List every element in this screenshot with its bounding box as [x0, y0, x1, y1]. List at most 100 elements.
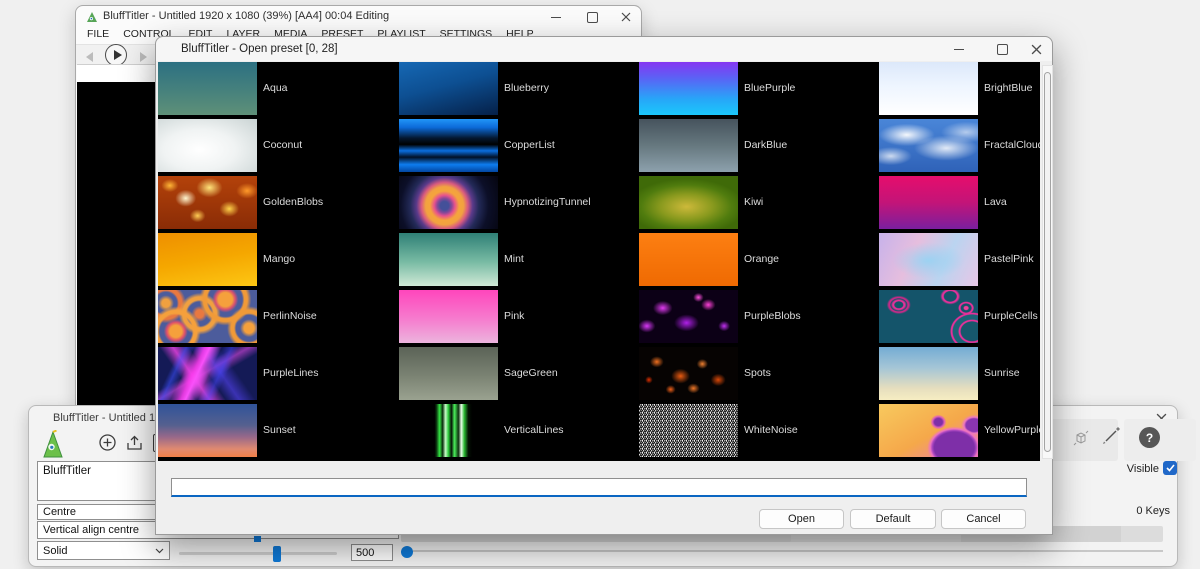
time-slider-track[interactable]: [413, 550, 1163, 552]
menu-file[interactable]: FILE: [80, 27, 116, 43]
size-slider-thumb[interactable]: [273, 546, 281, 562]
preset-thumbnail[interactable]: [639, 119, 738, 172]
minimize-icon[interactable]: [550, 11, 562, 23]
preset-item[interactable]: FractalCloud: [879, 119, 1040, 176]
preset-item[interactable]: PurpleCells: [879, 290, 1040, 347]
default-button[interactable]: Default: [850, 509, 936, 529]
preset-thumbnail[interactable]: [399, 404, 498, 457]
preset-item[interactable]: YellowPurpleB: [879, 404, 1040, 461]
preset-grid: Aqua Blueberry BluePurple BrightBlue Coconut…: [158, 62, 1040, 461]
preset-thumbnail[interactable]: [158, 347, 257, 400]
preset-item[interactable]: PerlinNoise: [158, 290, 399, 347]
preset-item[interactable]: Sunset: [158, 404, 399, 461]
preset-item[interactable]: Mint: [399, 233, 639, 290]
preset-thumbnail[interactable]: [399, 119, 498, 172]
close-icon[interactable]: [1030, 43, 1042, 55]
time-slider-thumb[interactable]: [401, 546, 413, 558]
blufftitler-logo-icon: [86, 11, 98, 23]
preset-item[interactable]: HypnotizingTunnel: [399, 176, 639, 233]
size-value-input[interactable]: [351, 544, 393, 561]
preset-label: CopperList: [504, 119, 555, 172]
preset-thumbnail[interactable]: [879, 176, 978, 229]
preset-item[interactable]: CopperList: [399, 119, 639, 176]
preset-item[interactable]: BluePurple: [639, 62, 879, 119]
preset-item[interactable]: Orange: [639, 233, 879, 290]
preset-grid-scrollbar[interactable]: [1042, 65, 1053, 459]
preset-thumbnail[interactable]: [399, 176, 498, 229]
preset-item[interactable]: PastelPink: [879, 233, 1040, 290]
preset-item[interactable]: Spots: [639, 347, 879, 404]
style-dropdown[interactable]: Solid: [37, 541, 170, 560]
preset-thumbnail[interactable]: [399, 62, 498, 115]
draw-pencil-icon[interactable]: [1099, 424, 1123, 448]
preset-thumbnail[interactable]: [639, 404, 738, 457]
hidden-slider-thumb[interactable]: [254, 536, 261, 542]
size-slider-track[interactable]: [179, 552, 337, 555]
preset-item[interactable]: WhiteNoise: [639, 404, 879, 461]
preset-thumbnail[interactable]: [639, 176, 738, 229]
preset-thumbnail[interactable]: [879, 290, 978, 343]
preset-item[interactable]: GoldenBlobs: [158, 176, 399, 233]
preset-label: PastelPink: [984, 233, 1034, 286]
preset-item[interactable]: Kiwi: [639, 176, 879, 233]
preset-label: Lava: [984, 176, 1007, 229]
scale-cube-icon[interactable]: [1071, 428, 1091, 448]
preset-item[interactable]: Aqua: [158, 62, 399, 119]
previous-key-icon[interactable]: [86, 52, 93, 62]
preset-thumbnail[interactable]: [399, 290, 498, 343]
help-panel: [1124, 419, 1196, 461]
preset-thumbnail[interactable]: [639, 290, 738, 343]
preset-item[interactable]: PurpleLines: [158, 347, 399, 404]
preset-thumbnail[interactable]: [879, 119, 978, 172]
preset-thumbnail[interactable]: [399, 347, 498, 400]
preset-thumbnail[interactable]: [158, 290, 257, 343]
preset-thumbnail[interactable]: [879, 233, 978, 286]
maximize-icon[interactable]: [586, 11, 598, 23]
preset-thumbnail[interactable]: [879, 62, 978, 115]
preset-thumbnail[interactable]: [879, 347, 978, 400]
preset-label: YellowPurpleB: [984, 404, 1040, 457]
play-button[interactable]: [105, 44, 127, 66]
preset-item[interactable]: Blueberry: [399, 62, 639, 119]
preset-label: BluePurple: [744, 62, 795, 115]
next-key-icon[interactable]: [140, 52, 147, 62]
help-button[interactable]: ?: [1139, 427, 1160, 448]
close-icon[interactable]: [620, 11, 632, 23]
preset-label: FractalCloud: [984, 119, 1040, 172]
preset-label: Mint: [504, 233, 524, 286]
cancel-button[interactable]: Cancel: [941, 509, 1026, 529]
preset-item[interactable]: DarkBlue: [639, 119, 879, 176]
preset-thumbnail[interactable]: [639, 233, 738, 286]
minimize-icon[interactable]: [953, 43, 965, 55]
preset-thumbnail[interactable]: [639, 347, 738, 400]
preset-item[interactable]: Coconut: [158, 119, 399, 176]
scrollbar-thumb[interactable]: [1044, 72, 1051, 452]
visible-checkbox[interactable]: [1163, 461, 1177, 475]
preset-thumbnail[interactable]: [158, 176, 257, 229]
preset-thumbnail[interactable]: [158, 62, 257, 115]
preset-label: Spots: [744, 347, 771, 400]
preset-label: Aqua: [263, 62, 288, 115]
preset-thumbnail[interactable]: [639, 62, 738, 115]
preset-item[interactable]: Lava: [879, 176, 1040, 233]
preset-filename-input[interactable]: [171, 478, 1027, 497]
add-layer-icon[interactable]: [99, 434, 116, 451]
preset-item[interactable]: Sunrise: [879, 347, 1040, 404]
preset-item[interactable]: BrightBlue: [879, 62, 1040, 119]
preset-thumbnail[interactable]: [158, 404, 257, 457]
preset-thumbnail[interactable]: [879, 404, 978, 457]
preset-thumbnail[interactable]: [158, 233, 257, 286]
import-icon[interactable]: [126, 434, 145, 451]
preset-item[interactable]: Pink: [399, 290, 639, 347]
preset-item[interactable]: Mango: [158, 233, 399, 290]
preset-item[interactable]: SageGreen: [399, 347, 639, 404]
preset-label: BrightBlue: [984, 62, 1032, 115]
preset-item[interactable]: VerticalLines: [399, 404, 639, 461]
preset-thumbnail[interactable]: [158, 119, 257, 172]
maximize-icon[interactable]: [996, 43, 1008, 55]
preset-item[interactable]: PurpleBlobs: [639, 290, 879, 347]
open-button[interactable]: Open: [759, 509, 844, 529]
preset-label: VerticalLines: [504, 404, 564, 457]
preset-label: DarkBlue: [744, 119, 787, 172]
preset-thumbnail[interactable]: [399, 233, 498, 286]
